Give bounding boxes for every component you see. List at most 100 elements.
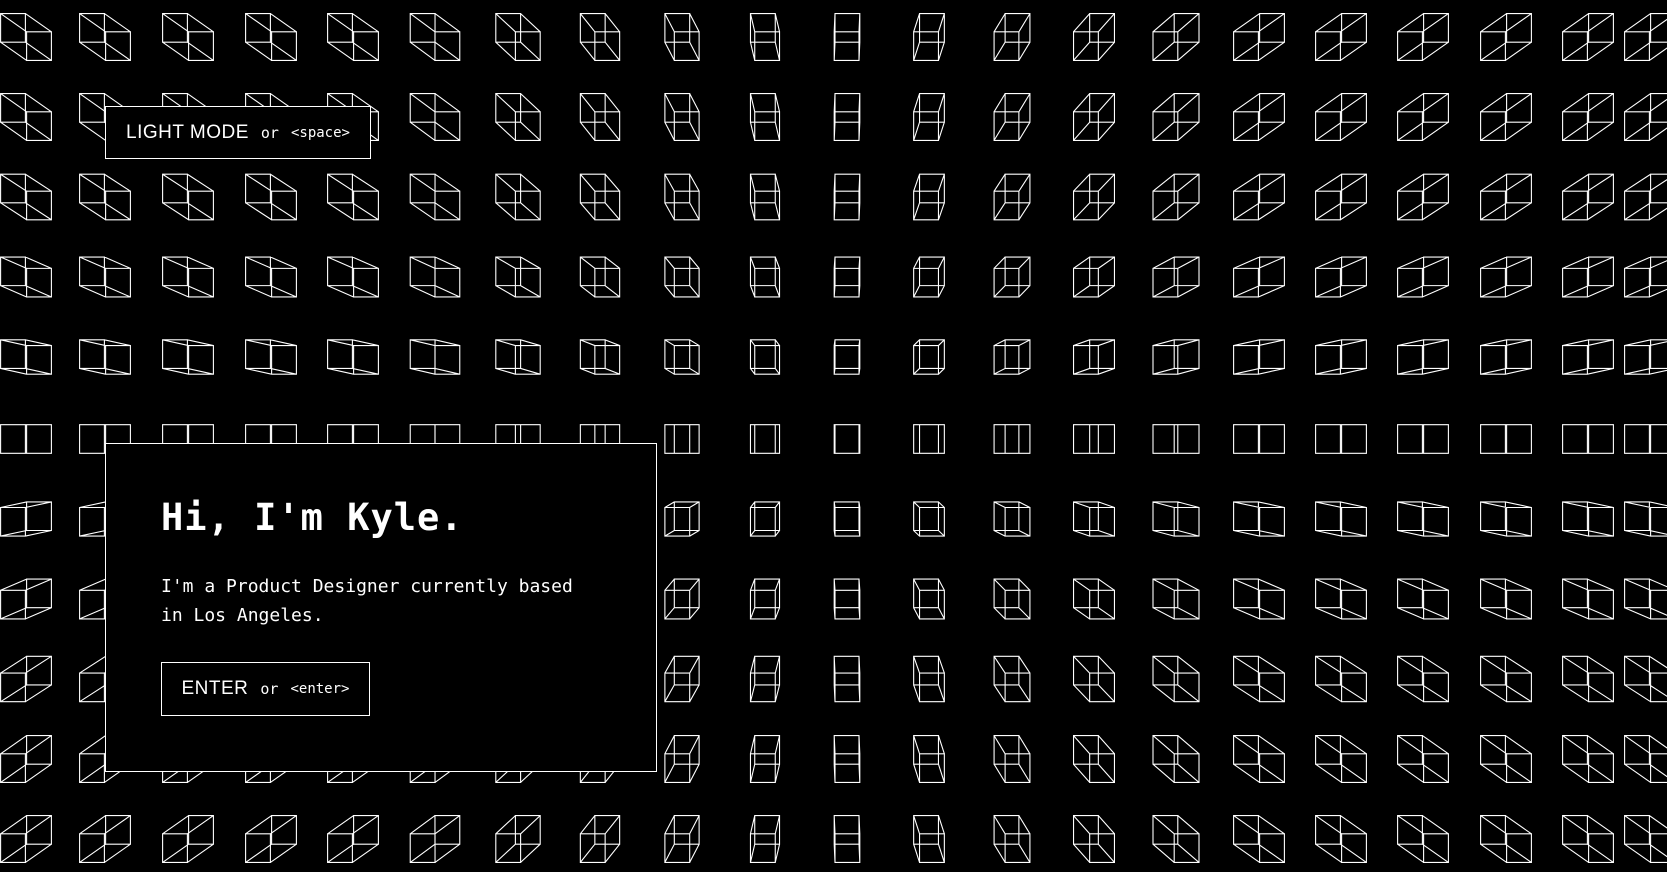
wireframe-cube-icon <box>0 815 52 863</box>
wireframe-cube-icon <box>833 173 861 221</box>
wireframe-cube-icon <box>913 501 945 537</box>
wireframe-cube-icon <box>993 501 1031 537</box>
wireframe-cube-icon <box>0 93 52 141</box>
wireframe-cube-icon <box>1072 424 1116 454</box>
wireframe-cube-icon <box>579 173 621 221</box>
wireframe-cube-icon <box>1480 735 1532 783</box>
wireframe-cube-icon <box>1315 578 1367 620</box>
wireframe-cube-icon <box>327 13 379 61</box>
wireframe-cube-icon <box>162 339 214 375</box>
wireframe-cube-icon <box>0 655 52 703</box>
wireframe-cube-icon <box>1397 93 1449 141</box>
wireframe-cube-icon <box>409 339 461 375</box>
wireframe-cube-icon <box>833 815 861 863</box>
wireframe-cube-icon <box>327 815 379 863</box>
wireframe-cube-icon <box>664 173 700 221</box>
wireframe-cube-icon <box>79 339 131 375</box>
wireframe-cube-icon <box>1624 256 1667 298</box>
wireframe-cube-icon <box>1624 424 1667 454</box>
wireframe-cube-icon <box>913 578 945 620</box>
wireframe-cube-icon <box>245 256 297 298</box>
wireframe-cube-icon <box>1624 13 1667 61</box>
wireframe-cube-icon <box>1562 424 1614 454</box>
wireframe-cube-icon <box>409 13 461 61</box>
wireframe-cube-icon <box>1480 339 1532 375</box>
wireframe-cube-icon <box>1397 424 1449 454</box>
wireframe-cube-icon <box>1233 93 1285 141</box>
wireframe-cube-icon <box>1152 815 1200 863</box>
wireframe-cube-icon <box>1562 578 1614 620</box>
wireframe-cube-icon <box>79 256 131 298</box>
wireframe-cube-icon <box>833 424 861 454</box>
wireframe-cube-icon <box>327 256 379 298</box>
wireframe-cube-icon <box>579 13 621 61</box>
wireframe-cube-icon <box>327 173 379 221</box>
wireframe-cube-icon <box>1315 424 1367 454</box>
wireframe-cube-icon <box>913 256 945 298</box>
wireframe-cube-icon <box>1480 173 1532 221</box>
wireframe-cube-icon <box>1624 815 1667 863</box>
wireframe-cube-icon <box>1152 13 1200 61</box>
wireframe-cube-icon <box>1233 578 1285 620</box>
wireframe-cube-icon <box>495 815 541 863</box>
wireframe-cube-icon <box>833 655 861 703</box>
wireframe-cube-icon <box>1624 655 1667 703</box>
wireframe-cube-icon <box>749 501 781 537</box>
wireframe-cube-icon <box>1480 93 1532 141</box>
wireframe-cube-icon <box>833 735 861 783</box>
wireframe-cube-icon <box>664 93 700 141</box>
wireframe-cube-icon <box>1397 735 1449 783</box>
wireframe-cube-icon <box>993 424 1031 454</box>
enter-button[interactable]: ENTER or <enter> <box>161 662 370 716</box>
wireframe-cube-icon <box>913 655 945 703</box>
wireframe-cube-icon <box>245 815 297 863</box>
wireframe-cube-icon <box>1562 173 1614 221</box>
wireframe-cube-icon <box>0 501 52 537</box>
wireframe-cube-icon <box>162 256 214 298</box>
wireframe-cube-icon <box>1624 578 1667 620</box>
wireframe-cube-icon <box>1072 735 1116 783</box>
wireframe-cube-icon <box>0 735 52 783</box>
wireframe-cube-icon <box>993 173 1031 221</box>
wireframe-cube-icon <box>1152 93 1200 141</box>
wireframe-cube-icon <box>1562 256 1614 298</box>
enter-or-text: or <box>260 680 279 698</box>
wireframe-cube-icon <box>833 501 861 537</box>
wireframe-cube-icon <box>1397 578 1449 620</box>
wireframe-cube-icon <box>913 424 945 454</box>
wireframe-cube-icon <box>1315 815 1367 863</box>
wireframe-cube-icon <box>833 93 861 141</box>
wireframe-cube-icon <box>993 256 1031 298</box>
wireframe-cube-icon <box>1315 256 1367 298</box>
wireframe-cube-icon <box>1315 655 1367 703</box>
wireframe-cube-icon <box>1072 256 1116 298</box>
wireframe-cube-icon <box>913 93 945 141</box>
wireframe-cube-icon <box>1072 339 1116 375</box>
wireframe-cube-icon <box>579 256 621 298</box>
wireframe-cube-icon <box>749 578 781 620</box>
wireframe-cube-icon <box>1624 173 1667 221</box>
wireframe-cube-icon <box>245 173 297 221</box>
wireframe-cube-icon <box>1315 339 1367 375</box>
light-mode-toggle-button[interactable]: LIGHT MODE or <space> <box>105 106 371 159</box>
enter-key-hint: <enter> <box>290 681 350 697</box>
wireframe-cube-icon <box>1480 424 1532 454</box>
wireframe-cube-icon <box>1562 339 1614 375</box>
wireframe-cube-icon <box>1152 655 1200 703</box>
wireframe-cube-icon <box>1152 173 1200 221</box>
wireframe-cube-icon <box>1072 501 1116 537</box>
wireframe-cube-icon <box>1480 501 1532 537</box>
wireframe-cube-icon <box>1233 256 1285 298</box>
wireframe-cube-icon <box>1624 93 1667 141</box>
wireframe-cube-icon <box>1233 424 1285 454</box>
wireframe-cube-icon <box>1315 93 1367 141</box>
wireframe-cube-icon <box>0 256 52 298</box>
wireframe-cube-icon <box>1562 655 1614 703</box>
wireframe-cube-icon <box>664 339 700 375</box>
intro-description: I'm a Product Designer currently based i… <box>161 576 573 626</box>
intro-card: Hi, I'm Kyle. I'm a Product Designer cur… <box>105 443 657 772</box>
wireframe-cube-icon <box>749 13 781 61</box>
wireframe-cube-icon <box>1315 13 1367 61</box>
wireframe-cube-icon <box>749 173 781 221</box>
wireframe-cube-icon <box>1233 13 1285 61</box>
